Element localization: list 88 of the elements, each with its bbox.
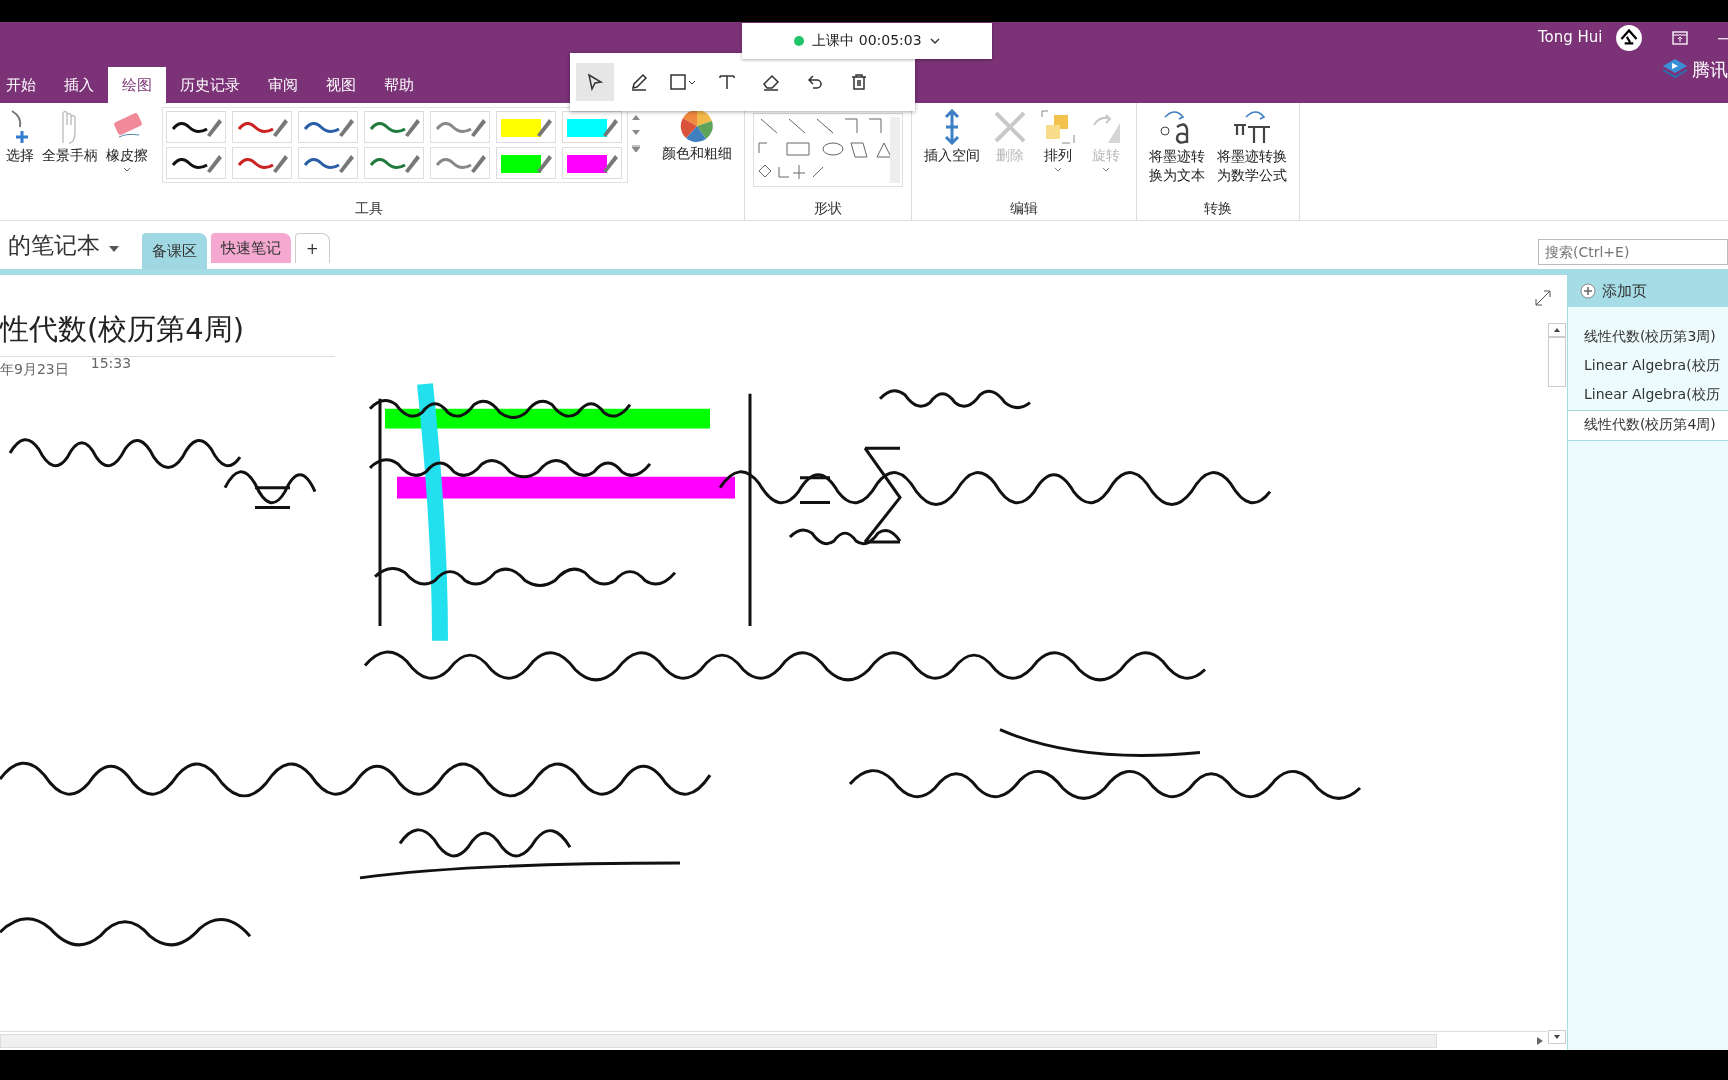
meeting-status-bar[interactable]: 上课中 00:05:03 <box>742 23 992 59</box>
highlighter-swatch[interactable] <box>562 111 622 143</box>
add-page-button[interactable]: 添加页 <box>1568 275 1728 307</box>
pen-icon <box>471 119 486 137</box>
group-label: 形状 <box>813 200 843 218</box>
section-tab[interactable]: 快速笔记 <box>211 233 291 263</box>
select-tool-icon[interactable] <box>576 63 614 101</box>
group-label: 转换 <box>1203 200 1233 218</box>
section-tab[interactable]: 备课区 <box>142 233 207 269</box>
pen-swatch[interactable] <box>232 111 292 143</box>
ribbon-tab[interactable]: 帮助 <box>370 67 428 103</box>
pen-swatch[interactable] <box>166 111 226 143</box>
page-time: 15:33 <box>90 355 132 373</box>
chevron-icon[interactable] <box>929 37 940 45</box>
group-label: 工具 <box>354 200 384 218</box>
scroll-right-icon[interactable] <box>1537 1037 1543 1045</box>
pen-swatch[interactable] <box>166 147 226 179</box>
pen-icon <box>471 155 486 173</box>
ribbon-tab[interactable]: 历史记录 <box>166 67 254 103</box>
space-button[interactable]: 插入空间 <box>920 107 984 167</box>
add-section-tab[interactable]: + <box>295 233 330 263</box>
page-list-item[interactable]: 线性代数(校历第3周) <box>1568 323 1728 352</box>
color-wheel-icon <box>680 109 714 143</box>
group-label: 编辑 <box>1009 200 1039 218</box>
pen-icon <box>405 155 420 173</box>
ribbon-display-icon[interactable] <box>1672 31 1688 45</box>
add-page-label: 添加页 <box>1602 281 1647 301</box>
page-title[interactable]: 性代数(校历第4周) <box>0 310 335 357</box>
highlighter-swatch[interactable] <box>562 147 622 179</box>
highlighter-swatch[interactable] <box>496 147 556 179</box>
lasso-plus-icon <box>10 109 30 145</box>
meeting-status: 上课中 00:05:03 <box>812 32 922 50</box>
pen-swatch[interactable] <box>364 111 424 143</box>
pen-swatch[interactable] <box>298 147 358 179</box>
minimize-icon[interactable] <box>1718 38 1728 40</box>
select-button[interactable]: 选择 <box>2 107 38 174</box>
play-logo-icon <box>1662 58 1688 80</box>
chevron-icon <box>1102 167 1110 172</box>
notebook-name[interactable]: 的笔记本 <box>8 230 100 269</box>
page-list-item[interactable]: Linear Algebra(校历 <box>1568 381 1728 410</box>
avatar-icon[interactable] <box>1615 24 1643 52</box>
pan-hand-button[interactable]: 全景手柄 <box>38 107 102 174</box>
ink-to-text-button[interactable]: 将墨迹转 换为文本 <box>1145 107 1209 187</box>
pen-icon <box>207 119 222 137</box>
ribbon-tab[interactable]: 绘图 <box>108 67 166 103</box>
scrollbar-thumb[interactable] <box>0 1034 1437 1048</box>
ribbon-tab[interactable]: 审阅 <box>254 67 312 103</box>
search-field[interactable]: 搜索(Ctrl+E) <box>1538 239 1728 265</box>
pen-icon <box>405 119 420 137</box>
ribbon-tab[interactable]: 视图 <box>312 67 370 103</box>
ribbon-tab[interactable]: 插入 <box>50 67 108 103</box>
expand-gallery-icon[interactable] <box>632 145 640 152</box>
color-thickness-button[interactable]: 颜色和粗细 <box>658 107 736 165</box>
chevron-icon <box>123 167 131 172</box>
ink-to-math-button[interactable]: 将墨迹转换 为数学公式 <box>1213 107 1291 187</box>
highlighter-swatch[interactable] <box>496 111 556 143</box>
pen-swatch[interactable] <box>298 111 358 143</box>
scroll-up-icon[interactable] <box>1548 323 1566 337</box>
scroll-down-icon[interactable] <box>1548 1030 1566 1044</box>
pen-icon <box>207 155 222 173</box>
dropdown-icon[interactable] <box>108 245 120 253</box>
ink-to-math-icon <box>1232 109 1272 145</box>
pen-swatch[interactable] <box>232 147 292 179</box>
pen-icon <box>273 155 288 173</box>
pen-icon <box>603 155 618 173</box>
scrollbar-thumb[interactable] <box>1548 337 1566 387</box>
pen-swatch[interactable] <box>430 147 490 179</box>
cross-icon <box>992 109 1028 145</box>
pen-icon <box>603 119 618 137</box>
plus-icon <box>1580 283 1596 299</box>
pen-icon <box>537 119 552 137</box>
expand-icon[interactable] <box>1534 289 1552 307</box>
pen-swatch[interactable] <box>430 111 490 143</box>
pen-icon <box>537 155 552 173</box>
page-list-item[interactable]: Linear Algebra(校历 <box>1568 352 1728 381</box>
page-date: 年9月23日 <box>0 361 69 379</box>
pen-icon <box>273 119 288 137</box>
arrange-button[interactable]: 排列 <box>1036 107 1080 174</box>
user-name: Tong Hui <box>1538 28 1603 46</box>
pen-icon <box>339 155 354 173</box>
ribbon-tab[interactable]: 开始 <box>0 67 50 103</box>
pen-icon <box>339 119 354 137</box>
stacked-squares-icon <box>1040 109 1076 145</box>
pen-swatch[interactable] <box>364 147 424 179</box>
page-list-item[interactable]: 线性代数(校历第4周) <box>1568 410 1728 441</box>
brand-name: 腾讯 <box>1692 58 1728 82</box>
chevron-icon <box>1054 167 1062 172</box>
eraser-button[interactable]: 橡皮擦 <box>102 107 152 174</box>
